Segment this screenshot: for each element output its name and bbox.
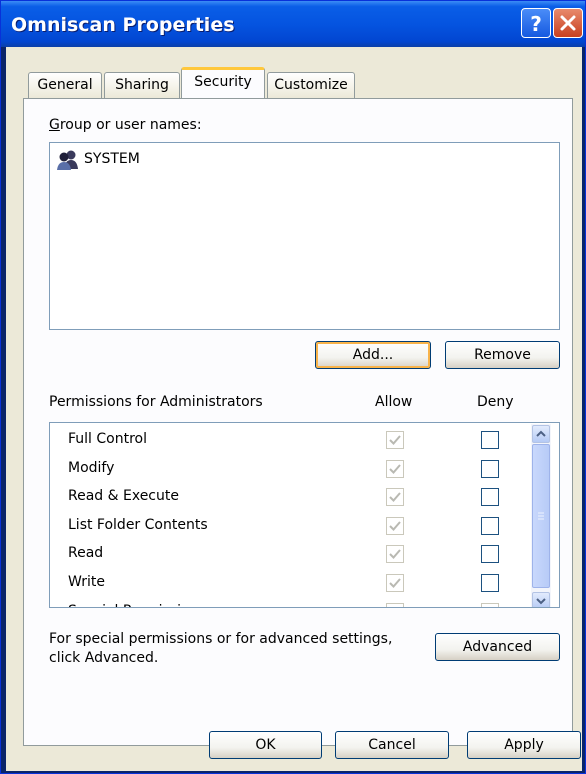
- dialog-body: General Sharing Security Customize Group…: [6, 47, 582, 771]
- permission-name: Read & Execute: [68, 488, 179, 505]
- permission-name: Full Control: [68, 431, 147, 447]
- deny-checkbox[interactable]: [481, 431, 499, 449]
- help-button[interactable]: ?: [521, 8, 551, 38]
- allow-checkbox[interactable]: [386, 488, 404, 507]
- apply-button[interactable]: Apply: [467, 731, 581, 759]
- deny-checkbox[interactable]: [481, 545, 499, 564]
- permission-row: Full Control: [50, 428, 530, 452]
- properties-window: Omniscan Properties ? General Sharing Se…: [0, 0, 586, 774]
- tab-sharing[interactable]: Sharing: [104, 72, 180, 98]
- advanced-note-line1: For special permissions or for advanced …: [49, 631, 393, 647]
- cancel-button[interactable]: Cancel: [335, 731, 449, 759]
- scroll-up-button[interactable]: [532, 425, 550, 443]
- permission-row: Modify: [50, 457, 530, 481]
- scroll-thumb[interactable]: [532, 444, 550, 588]
- permission-row: Read & Execute: [50, 485, 530, 509]
- tab-label: Sharing: [115, 77, 169, 93]
- deny-checkbox[interactable]: [481, 602, 499, 607]
- allow-checkbox[interactable]: [386, 459, 404, 478]
- ok-button[interactable]: OK: [209, 731, 322, 759]
- chevron-down-icon: [536, 598, 546, 605]
- security-panel: Group or user names: SYSTEM Add... Remov…: [23, 98, 573, 746]
- scroll-down-button[interactable]: [532, 592, 550, 607]
- help-icon: ?: [530, 12, 542, 36]
- chevron-up-icon: [536, 430, 546, 437]
- title-bar[interactable]: Omniscan Properties ?: [1, 1, 585, 47]
- tab-label: General: [37, 77, 93, 93]
- deny-header: Deny: [477, 394, 514, 410]
- grip-icon: [538, 512, 544, 520]
- ok-button-label: OK: [255, 737, 276, 753]
- check-icon: [389, 549, 401, 560]
- allow-header: Allow: [375, 394, 413, 410]
- tab-security[interactable]: Security: [181, 67, 265, 98]
- permission-name: Read: [68, 545, 104, 562]
- permission-name: List Folder Contents: [68, 516, 208, 533]
- close-icon: [560, 15, 576, 31]
- window-title: Omniscan Properties: [11, 14, 235, 36]
- users-group-icon: [57, 150, 78, 170]
- cancel-button-label: Cancel: [368, 737, 416, 753]
- allow-checkbox[interactable]: [386, 574, 404, 592]
- check-icon: [389, 492, 401, 503]
- check-icon: [389, 435, 401, 445]
- permissions-list[interactable]: Full Control Modify Read & Execute List Fol…: [49, 422, 560, 608]
- permission-row: Read: [50, 542, 530, 566]
- tab-label: Security: [194, 74, 252, 90]
- permissions-label: Permissions for Administrators: [49, 394, 263, 410]
- group-names-list[interactable]: SYSTEM: [49, 142, 560, 330]
- advanced-button[interactable]: Advanced: [435, 633, 560, 661]
- svg-text:?: ?: [530, 12, 542, 36]
- add-button-label: Add...: [352, 347, 394, 363]
- group-names-label: Group or user names:: [49, 117, 202, 133]
- add-button[interactable]: Add...: [315, 341, 431, 369]
- advanced-button-label: Advanced: [462, 639, 533, 655]
- allow-checkbox[interactable]: [386, 545, 404, 564]
- close-button[interactable]: [553, 8, 583, 38]
- allow-checkbox[interactable]: [386, 431, 404, 449]
- deny-checkbox[interactable]: [481, 574, 499, 592]
- permission-name: Modify: [68, 459, 115, 476]
- tab-general[interactable]: General: [28, 72, 102, 98]
- user-name: SYSTEM: [84, 151, 140, 167]
- permission-row: Write: [50, 571, 530, 595]
- deny-checkbox[interactable]: [481, 488, 499, 507]
- tab-label: Customize: [274, 77, 348, 93]
- remove-button-label: Remove: [474, 347, 531, 363]
- permission-name: Special Permissions: [68, 603, 206, 607]
- allow-checkbox[interactable]: [386, 516, 404, 535]
- vertical-scrollbar[interactable]: [531, 424, 551, 607]
- permission-row: Special Permissions: [50, 600, 530, 607]
- advanced-note-line2: click Advanced.: [49, 650, 159, 666]
- check-icon: [389, 521, 401, 531]
- check-icon: [389, 578, 401, 588]
- deny-checkbox[interactable]: [481, 459, 499, 478]
- apply-button-label: Apply: [504, 737, 544, 753]
- tab-customize[interactable]: Customize: [267, 72, 355, 98]
- permission-name: Write: [68, 574, 105, 590]
- check-icon: [389, 463, 401, 474]
- permission-row: List Folder Contents: [50, 514, 530, 538]
- allow-checkbox[interactable]: [386, 602, 404, 607]
- deny-checkbox[interactable]: [481, 516, 499, 535]
- remove-button[interactable]: Remove: [445, 341, 560, 369]
